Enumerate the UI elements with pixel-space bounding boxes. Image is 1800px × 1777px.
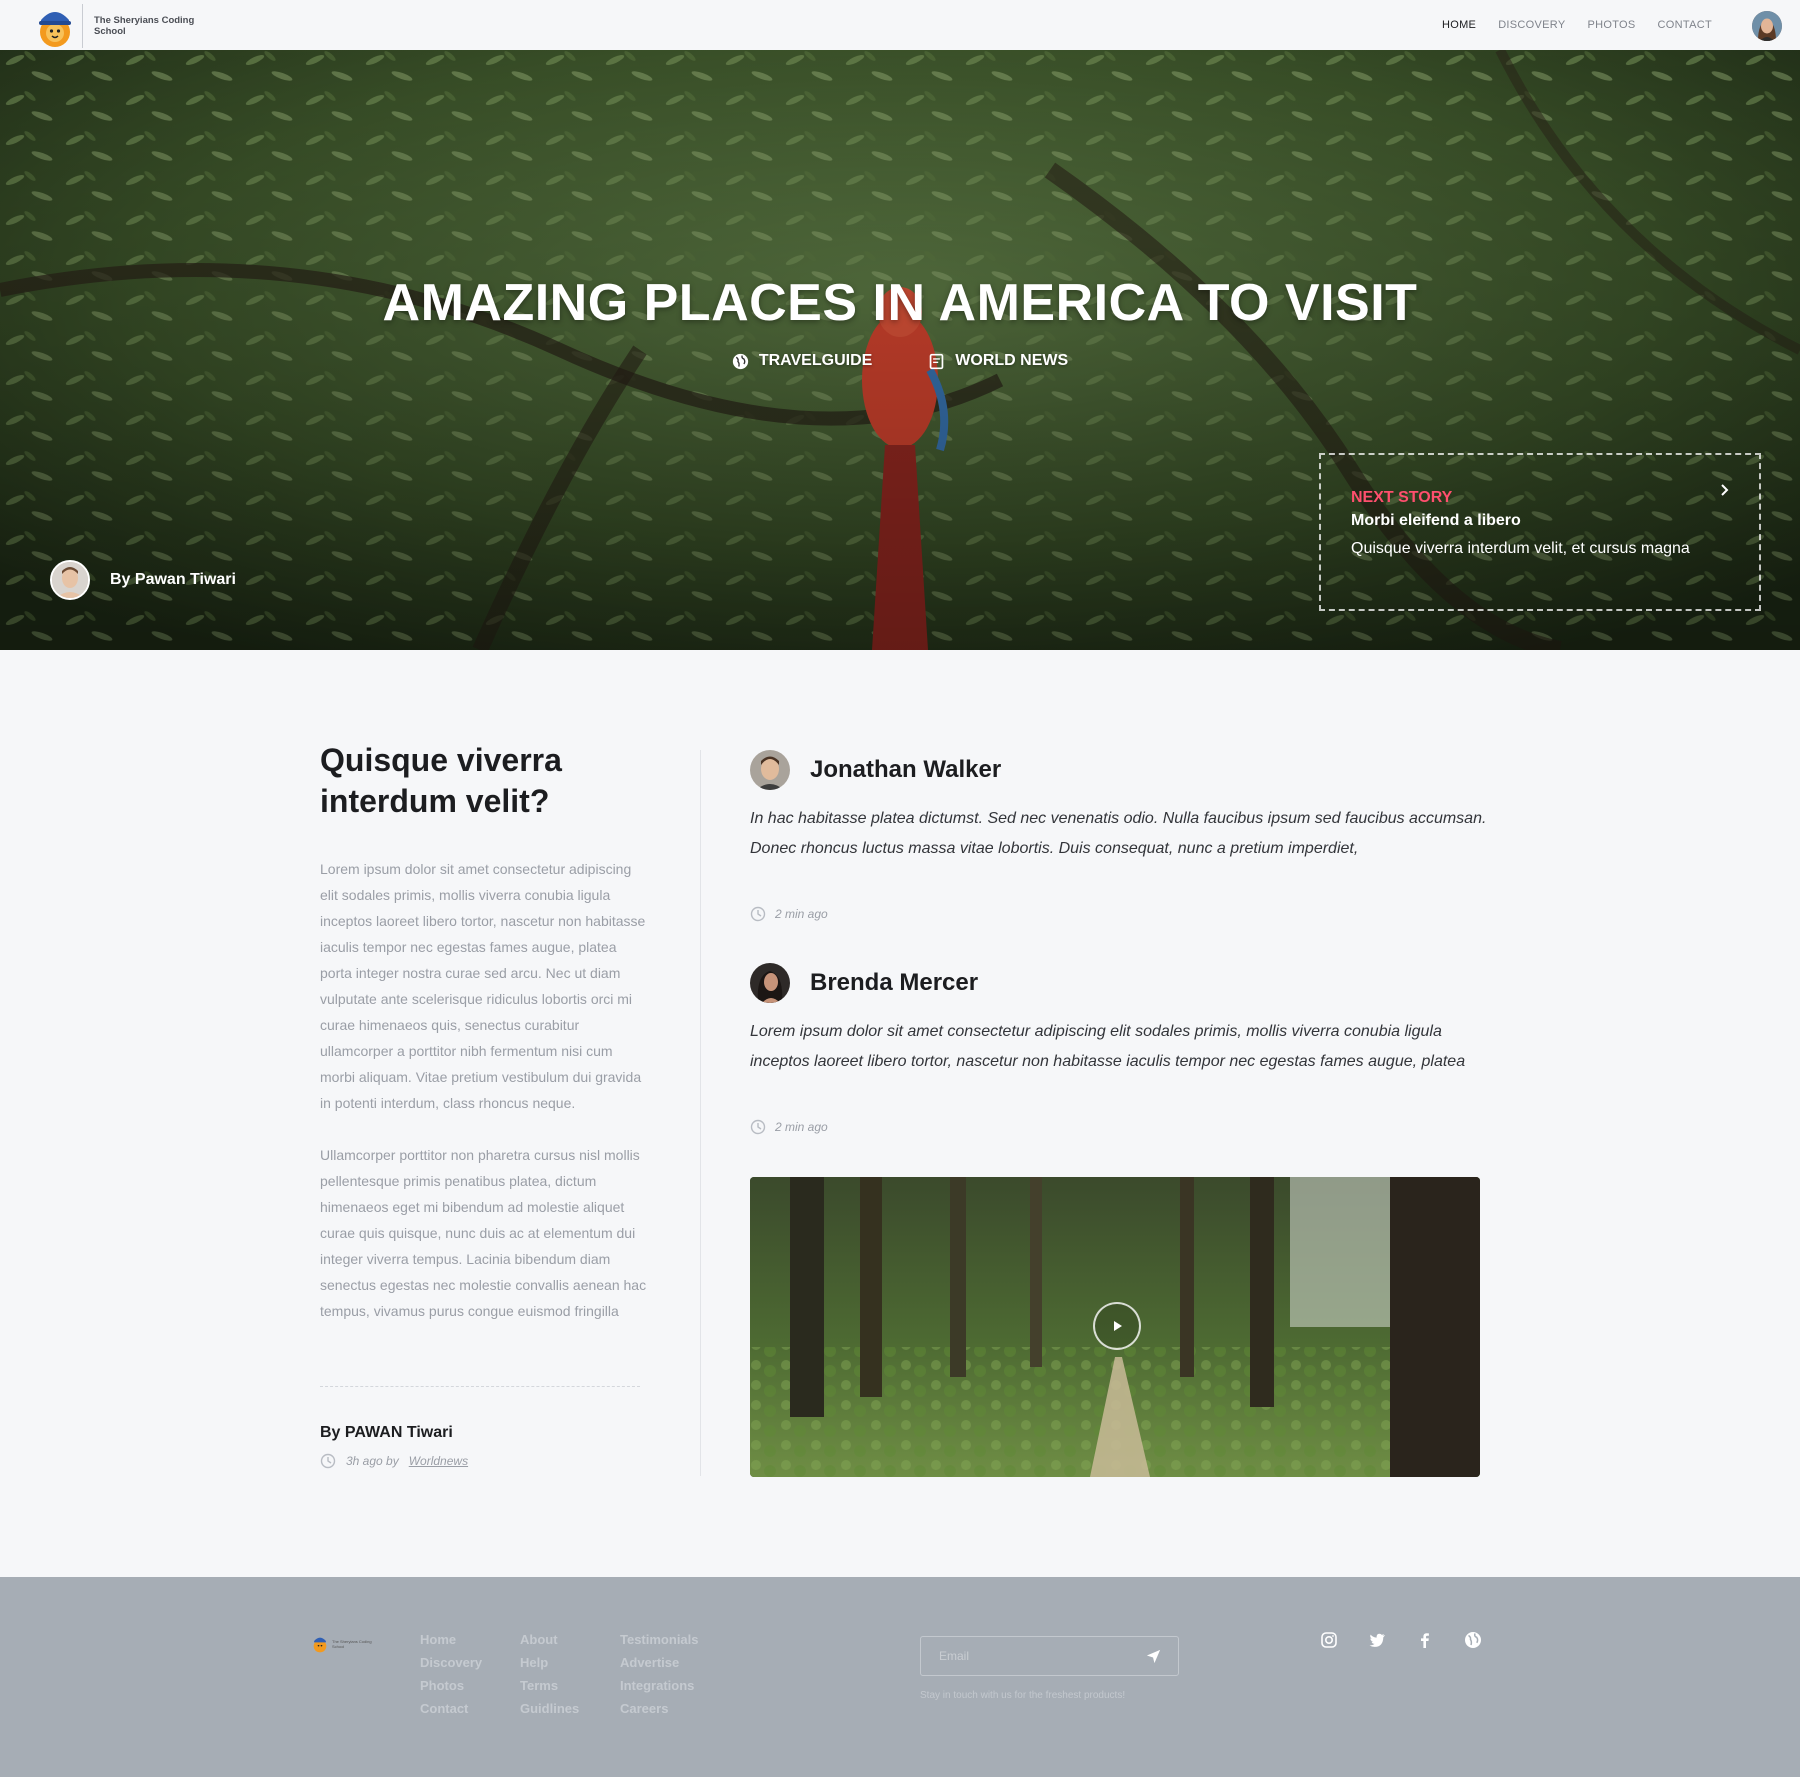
footer-link-guidlines[interactable]: Guidlines [520, 1701, 579, 1724]
footer-link-integrations[interactable]: Integrations [620, 1678, 699, 1701]
tag-label: TRAVELGUIDE [758, 352, 873, 369]
footer-links-col: Testimonials Advertise Integrations Care… [620, 1632, 699, 1724]
footer-link-advertise[interactable]: Advertise [620, 1655, 699, 1678]
send-icon[interactable] [1145, 1648, 1162, 1665]
next-story-subtitle: Quisque viverra interdum velit, et cursu… [1351, 540, 1690, 557]
tag-label: WORLD NEWS [955, 352, 1069, 369]
clock-icon [750, 906, 766, 922]
footer-logo[interactable]: The Sheryians Coding School [312, 1635, 382, 1653]
video-player[interactable] [750, 1177, 1480, 1477]
globe-icon[interactable] [1464, 1631, 1482, 1649]
article-divider [320, 1386, 640, 1387]
commenter-avatar[interactable] [750, 750, 790, 790]
lion-logo-icon [313, 1637, 327, 1653]
article-byline: By PAWAN Tiwari [320, 1424, 453, 1441]
newsletter-note: Stay in touch with us for the freshest p… [920, 1690, 1126, 1701]
author-avatar[interactable] [50, 560, 90, 600]
instagram-icon[interactable] [1320, 1631, 1338, 1649]
footer-link-terms[interactable]: Terms [520, 1678, 579, 1701]
footer-link-help[interactable]: Help [520, 1655, 579, 1678]
comment-time: 2 min ago [775, 907, 828, 921]
nav-links: HOME DISCOVERY PHOTOS CONTACT [1420, 0, 1712, 50]
commenter-avatar[interactable] [750, 963, 790, 1003]
hero-tags: TRAVELGUIDE WORLD NEWS [0, 352, 1800, 370]
nav-discovery[interactable]: DISCOVERY [1498, 19, 1565, 31]
commenter-name[interactable]: Brenda Mercer [810, 969, 978, 997]
twitter-icon[interactable] [1368, 1631, 1386, 1649]
article-paragraph: Lorem ipsum dolor sit amet consectetur a… [320, 861, 646, 1111]
user-avatar[interactable] [1752, 11, 1782, 41]
nav-photos[interactable]: PHOTOS [1587, 19, 1635, 31]
comment-meta: 2 min ago [750, 906, 828, 922]
footer: The Sheryians Coding School Home Discove… [0, 1577, 1800, 1777]
footer-brand-name: The Sheryians Coding School [332, 1639, 372, 1649]
footer-link-photos[interactable]: Photos [420, 1678, 482, 1701]
email-input[interactable] [939, 1637, 1139, 1675]
footer-link-testimonials[interactable]: Testimonials [620, 1632, 699, 1655]
footer-link-careers[interactable]: Careers [620, 1701, 699, 1724]
comment-text: In hac habitasse platea dictumst. Sed ne… [750, 810, 1487, 857]
footer-link-discovery[interactable]: Discovery [420, 1655, 482, 1678]
commenter-name[interactable]: Jonathan Walker [810, 756, 1001, 784]
hero-title: AMAZING PLACES IN AMERICA TO VISIT [382, 274, 1418, 332]
document-icon [929, 353, 944, 369]
article-source-link[interactable]: Worldnews [409, 1454, 468, 1468]
brand-name: The Sheryians Coding School [94, 15, 195, 37]
top-nav: The Sheryians Coding School HOME DISCOVE… [0, 0, 1800, 50]
comment-card: Jonathan Walker In hac habitasse platea … [750, 750, 1490, 922]
article-meta: 3h ago by Worldnews [320, 1453, 468, 1469]
clock-icon [320, 1453, 336, 1469]
comment-card: Brenda Mercer Lorem ipsum dolor sit amet… [750, 963, 1490, 1135]
tag-travelguide[interactable]: TRAVELGUIDE [732, 352, 872, 370]
play-button[interactable] [1093, 1302, 1141, 1350]
comment-text: Lorem ipsum dolor sit amet consectetur a… [750, 1023, 1466, 1070]
nav-home[interactable]: HOME [1442, 19, 1476, 31]
next-story-title: Morbi eleifend a libero [1351, 512, 1521, 529]
next-story-label: NEXT STORY [1351, 489, 1453, 506]
footer-links-col: About Help Terms Guidlines [520, 1632, 579, 1724]
article-title: Quisque viverra interdum velit? [320, 742, 562, 819]
play-icon [1114, 1321, 1122, 1331]
author-name: By Pawan Tiwari [110, 571, 236, 588]
footer-links-col: Home Discovery Photos Contact [420, 1632, 482, 1724]
next-story-card[interactable]: NEXT STORY Morbi eleifend a libero Quisq… [1319, 453, 1761, 611]
facebook-icon[interactable] [1416, 1631, 1434, 1649]
nav-contact[interactable]: CONTACT [1658, 19, 1712, 31]
hero-author: By Pawan Tiwari [50, 560, 236, 600]
article-paragraph: Ullamcorper porttitor non pharetra cursu… [320, 1147, 647, 1319]
comment-time: 2 min ago [775, 1120, 828, 1134]
comment-meta: 2 min ago [750, 1119, 828, 1135]
social-links [1320, 1631, 1482, 1649]
clock-icon [750, 1119, 766, 1135]
column-divider [700, 750, 701, 1476]
newsletter-form [920, 1636, 1179, 1676]
chevron-right-icon[interactable] [1717, 483, 1731, 497]
lion-logo-icon[interactable] [36, 6, 74, 48]
footer-link-contact[interactable]: Contact [420, 1701, 482, 1724]
footer-link-home[interactable]: Home [420, 1632, 482, 1655]
globe-icon [732, 353, 748, 369]
article-column: Quisque viverra interdum velit? Lorem ip… [320, 740, 650, 1324]
hero-banner: AMAZING PLACES IN AMERICA TO VISIT TRAVE… [0, 50, 1800, 650]
tag-world-news[interactable]: WORLD NEWS [928, 352, 1068, 370]
article-meta-time: 3h ago by [346, 1454, 399, 1468]
footer-link-about[interactable]: About [520, 1632, 579, 1655]
logo-divider [82, 4, 83, 48]
